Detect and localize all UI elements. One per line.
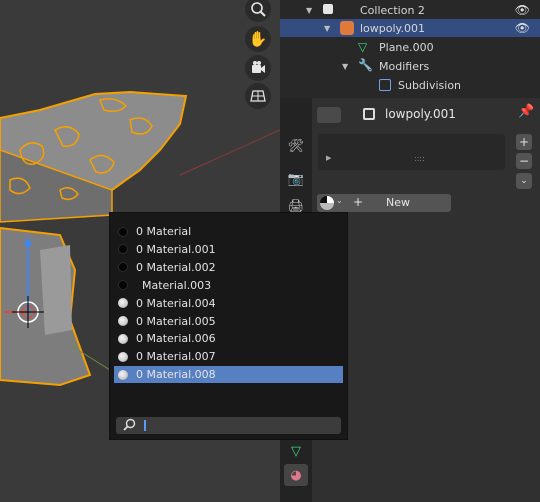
material-item[interactable]: 0 Material.001: [114, 241, 343, 258]
mesh-data-icon: ▽: [358, 40, 368, 54]
material-swatch-icon: [118, 333, 128, 344]
wrench-icon: 🔧: [358, 58, 373, 72]
material-item[interactable]: 0 Material.006: [114, 330, 343, 347]
new-material-button[interactable]: + New: [345, 194, 451, 212]
material-item[interactable]: 0 Material.008: [114, 366, 343, 384]
material-swatch-icon: [118, 280, 128, 291]
text-caret: [144, 420, 146, 431]
outliner-row-mesh[interactable]: ▽ Plane.000: [280, 38, 540, 56]
outliner-row-modifiers[interactable]: ▼ 🔧 Modifiers: [280, 57, 540, 75]
eye-icon[interactable]: 👁: [515, 3, 530, 17]
browse-material-button[interactable]: ⌄: [317, 194, 345, 212]
material-name: 0 Material.008: [136, 368, 216, 382]
expand-triangle-icon[interactable]: ▶: [326, 154, 331, 162]
tool-icon[interactable]: 🛠: [284, 135, 308, 157]
mesh-object-icon: [340, 21, 354, 35]
material-sphere-icon: [320, 196, 334, 210]
material-swatch-icon: [118, 226, 128, 237]
expand-triangle-icon[interactable]: ▼: [324, 24, 330, 33]
material-item[interactable]: 0 Material.004: [114, 295, 343, 312]
material-name: 0 Material: [136, 225, 192, 238]
material-item[interactable]: 0 Material.002: [114, 259, 343, 276]
add-slot-button[interactable]: +: [516, 134, 532, 150]
outliner-label: Plane.000: [379, 40, 434, 54]
properties-header: lowpoly.001 📌: [312, 104, 540, 128]
hand-icon[interactable]: ✋: [245, 26, 271, 52]
outliner-row-collection[interactable]: ▼ Collection 2 👁: [280, 1, 540, 19]
material-swatch-icon: [118, 244, 128, 255]
pin-icon[interactable]: 📌: [518, 104, 534, 119]
render-icon[interactable]: 📷: [284, 168, 308, 190]
collection-checkbox-icon[interactable]: [323, 4, 333, 14]
object-name: lowpoly.001: [385, 107, 456, 121]
material-name: 0 Material.007: [136, 350, 216, 364]
outliner: ▼ Collection 2 👁 ▼ lowpoly.001 👁 ▽ Plane…: [280, 0, 540, 98]
outliner-label: Modifiers: [379, 59, 430, 73]
material-swatch-icon: [118, 351, 128, 362]
material-slot-list[interactable]: ▶ ::::: [318, 134, 505, 170]
resize-handle[interactable]: ::::: [414, 154, 425, 163]
new-button-label: New: [386, 196, 410, 209]
material-icon[interactable]: ◕: [284, 464, 308, 486]
object-icon: [363, 108, 375, 120]
outliner-label: Collection 2: [360, 3, 425, 17]
material-name: 0 Material.006: [136, 332, 216, 346]
outliner-label: Subdivision: [398, 78, 462, 92]
editor-type-dropdown[interactable]: [317, 107, 341, 123]
search-input[interactable]: [116, 417, 341, 434]
material-item[interactable]: 0 Material.005: [114, 313, 343, 330]
grid-icon[interactable]: [245, 83, 271, 109]
remove-slot-button[interactable]: −: [516, 153, 532, 169]
search-icon: [123, 418, 136, 434]
expand-triangle-icon[interactable]: ▼: [342, 62, 348, 71]
material-item[interactable]: 0 Material.007: [114, 348, 343, 365]
material-name: 0 Material.005: [136, 314, 216, 328]
expand-triangle-icon[interactable]: ▼: [306, 6, 312, 15]
material-name: 0 Material.001: [136, 242, 216, 256]
material-name: Material.003: [142, 278, 212, 292]
camera-icon[interactable]: [245, 55, 271, 81]
material-name: 0 Material.004: [136, 296, 216, 310]
material-swatch-icon: [118, 262, 128, 273]
material-swatch-icon: [118, 316, 128, 326]
slot-specials-button[interactable]: ⌄: [516, 173, 532, 189]
outliner-label: lowpoly.001: [360, 21, 425, 35]
outliner-row-subdivision[interactable]: Subdivision: [280, 76, 540, 94]
outliner-row-object[interactable]: ▼ lowpoly.001 👁: [280, 19, 540, 37]
material-name: 0 Material.002: [136, 260, 216, 274]
material-item[interactable]: 0 Material: [114, 223, 343, 240]
material-browse-popup: 0 Material 0 Material.001 0 Material.002 Ma…: [109, 212, 348, 440]
mesh-data-icon[interactable]: ▽: [284, 440, 308, 462]
eye-icon[interactable]: 👁: [515, 21, 530, 35]
material-swatch-icon: [118, 369, 128, 380]
material-item[interactable]: Material.003: [114, 277, 343, 294]
subdivision-icon: [379, 79, 391, 91]
chevron-down-icon: ⌄: [336, 196, 343, 205]
material-swatch-icon: [118, 298, 128, 309]
